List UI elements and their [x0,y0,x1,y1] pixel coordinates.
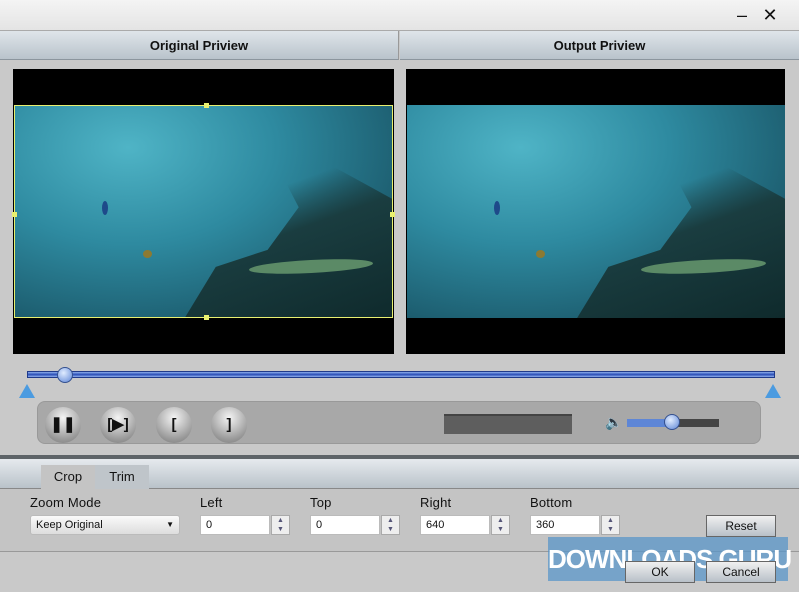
minimize-button[interactable]: – [732,6,752,26]
tab-bar: Crop Trim [0,459,799,489]
tab-crop[interactable]: Crop [41,465,95,489]
pause-button[interactable]: ❚❚ [45,407,81,443]
pause-icon: ❚❚ [50,416,76,433]
zoom-mode-label: Zoom Mode [30,495,102,510]
zoom-mode-value: Keep Original [36,519,103,531]
title-bar: – ✕ [0,0,799,31]
volume-icon: 🔈 [605,414,623,430]
left-label: Left [200,495,223,510]
top-input[interactable]: 0 [310,515,380,535]
mark-in-button[interactable]: [ [156,407,192,443]
reset-button[interactable]: Reset [706,515,776,537]
bottom-label: Bottom [530,495,573,510]
top-stepper[interactable]: ▲ ▼ [381,515,400,535]
chevron-down-icon: ▼ [166,520,174,529]
next-frame-icon: [▶] [107,416,129,433]
time-display [444,414,572,434]
right-input[interactable]: 640 [420,515,490,535]
output-preview [406,69,785,354]
left-stepper[interactable]: ▲ ▼ [271,515,290,535]
seek-slider[interactable] [27,371,775,378]
bottom-input[interactable]: 360 [530,515,600,535]
left-input[interactable]: 0 [200,515,270,535]
mark-out-button[interactable]: ] [211,407,247,443]
mark-in-label: [ [171,416,177,433]
tab-trim[interactable]: Trim [95,465,149,489]
right-stepper[interactable]: ▲ ▼ [491,515,510,535]
volume-slider-thumb[interactable] [664,414,680,430]
original-preview-header: Original Priview [0,31,399,60]
cancel-button[interactable]: Cancel [706,561,776,583]
output-preview-header: Output Priview [400,31,799,60]
trim-end-marker[interactable] [765,384,781,398]
close-button[interactable]: ✕ [760,6,780,26]
playback-controls: ❚❚ [▶] [ ] 🔈 [37,401,761,444]
ok-button[interactable]: OK [625,561,695,583]
crop-rectangle[interactable] [12,103,395,320]
trim-start-marker[interactable] [19,384,35,398]
next-frame-button[interactable]: [▶] [100,407,136,443]
zoom-mode-select[interactable]: Keep Original ▼ [30,515,180,535]
seek-slider-thumb[interactable] [57,367,73,383]
original-preview[interactable] [12,69,395,354]
output-video-frame [407,105,785,318]
mark-out-label: ] [226,416,232,433]
top-label: Top [310,495,332,510]
bottom-stepper[interactable]: ▲ ▼ [601,515,620,535]
right-label: Right [420,495,452,510]
